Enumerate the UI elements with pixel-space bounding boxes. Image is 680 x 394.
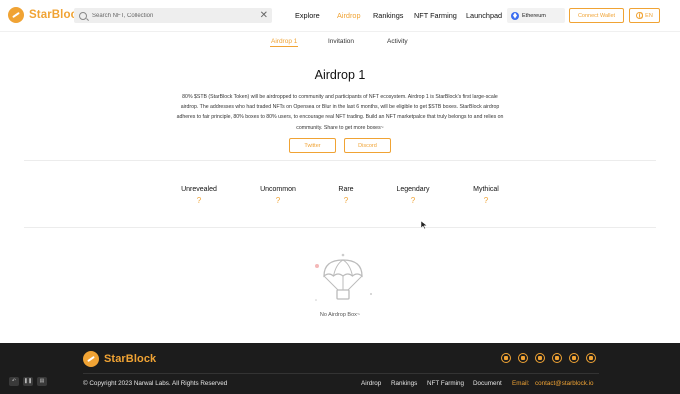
- mouse-cursor-icon: [421, 221, 427, 229]
- rarity-name: Unrevealed: [181, 186, 217, 193]
- footer-brand-logo[interactable]: StarBlock: [83, 351, 156, 367]
- connect-wallet-label: Connect Wallet: [577, 12, 616, 19]
- email-label: Email:: [512, 380, 530, 387]
- section-divider: [24, 160, 656, 161]
- twitter-share-button[interactable]: Twitter: [289, 138, 336, 153]
- top-header: StarBlock ✕ Explore Airdrop Rankings NFT…: [0, 0, 680, 32]
- nav-airdrop[interactable]: Airdrop: [337, 11, 361, 20]
- starblock-logo-icon: [83, 351, 99, 367]
- rarity-unrevealed: Unrevealed ?: [159, 186, 239, 205]
- nav-nft-farming[interactable]: NFT Farming: [414, 11, 457, 20]
- language-label: EN: [645, 12, 653, 19]
- section-divider: [24, 227, 656, 228]
- brand-logo[interactable]: StarBlock: [8, 7, 84, 23]
- footer-brand-name: StarBlock: [104, 353, 157, 365]
- tab-activity[interactable]: Activity: [387, 38, 408, 45]
- medium-icon[interactable]: [569, 353, 579, 363]
- rarity-mythical: Mythical ?: [446, 186, 526, 205]
- starblock-logo-icon: [8, 7, 24, 23]
- airdrop-description: 80% $STB (StarBlock Token) will be airdr…: [176, 94, 504, 131]
- rarity-name: Mythical: [473, 186, 499, 193]
- rarity-count: ?: [196, 196, 202, 205]
- globe-icon: [636, 12, 644, 19]
- pause-tool-icon[interactable]: ❚❚: [23, 377, 33, 386]
- search-icon: [79, 11, 87, 20]
- tab-invitation[interactable]: Invitation: [328, 38, 354, 45]
- footer-divider: [83, 373, 599, 374]
- rarity-legendary: Legendary ?: [373, 186, 453, 205]
- github-icon[interactable]: [552, 353, 562, 363]
- footer-link-document[interactable]: Document: [473, 380, 502, 387]
- discord-label: Discord: [358, 142, 377, 149]
- language-selector[interactable]: EN: [629, 8, 660, 23]
- chain-selector[interactable]: Ethereum: [507, 8, 565, 23]
- discord-share-button[interactable]: Discord: [344, 138, 391, 153]
- page-title: Airdrop 1: [314, 68, 366, 82]
- trash-tool-icon[interactable]: ▤: [37, 377, 47, 386]
- empty-state-text: No Airdrop Box~: [319, 312, 361, 318]
- connect-wallet-button[interactable]: Connect Wallet: [569, 8, 624, 23]
- discord-icon[interactable]: [535, 353, 545, 363]
- twitter-label: Twitter: [304, 142, 321, 149]
- footer-link-airdrop[interactable]: Airdrop: [361, 380, 381, 387]
- nav-rankings[interactable]: Rankings: [373, 11, 403, 20]
- nav-explore[interactable]: Explore: [295, 11, 320, 20]
- search-bar[interactable]: ✕: [74, 8, 272, 23]
- footer-link-rankings[interactable]: Rankings: [391, 380, 417, 387]
- email-link[interactable]: contact@starblock.io: [535, 380, 594, 387]
- clear-icon[interactable]: ✕: [260, 9, 268, 22]
- search-input[interactable]: [92, 12, 252, 19]
- tab-airdrop-1[interactable]: Airdrop 1: [271, 38, 297, 45]
- rarity-count: ?: [483, 196, 489, 205]
- rarity-count: ?: [410, 196, 416, 205]
- telegram-icon[interactable]: [518, 353, 528, 363]
- rarity-name: Legendary: [396, 186, 430, 193]
- footer-link-nft-farming[interactable]: NFT Farming: [427, 380, 464, 387]
- active-tab-indicator: [270, 46, 298, 47]
- parachute-box-icon: [315, 253, 372, 301]
- nav-launchpad[interactable]: Launchpad: [466, 11, 502, 20]
- ethereum-icon: [511, 11, 519, 20]
- back-tool-icon[interactable]: ↶: [9, 377, 19, 386]
- chain-label: Ethereum: [522, 12, 546, 19]
- copyright-text: © Copyright 2023 Narwal Labs. All Rights…: [83, 380, 228, 387]
- twitter-icon[interactable]: [501, 353, 511, 363]
- mirror-icon[interactable]: [586, 353, 596, 363]
